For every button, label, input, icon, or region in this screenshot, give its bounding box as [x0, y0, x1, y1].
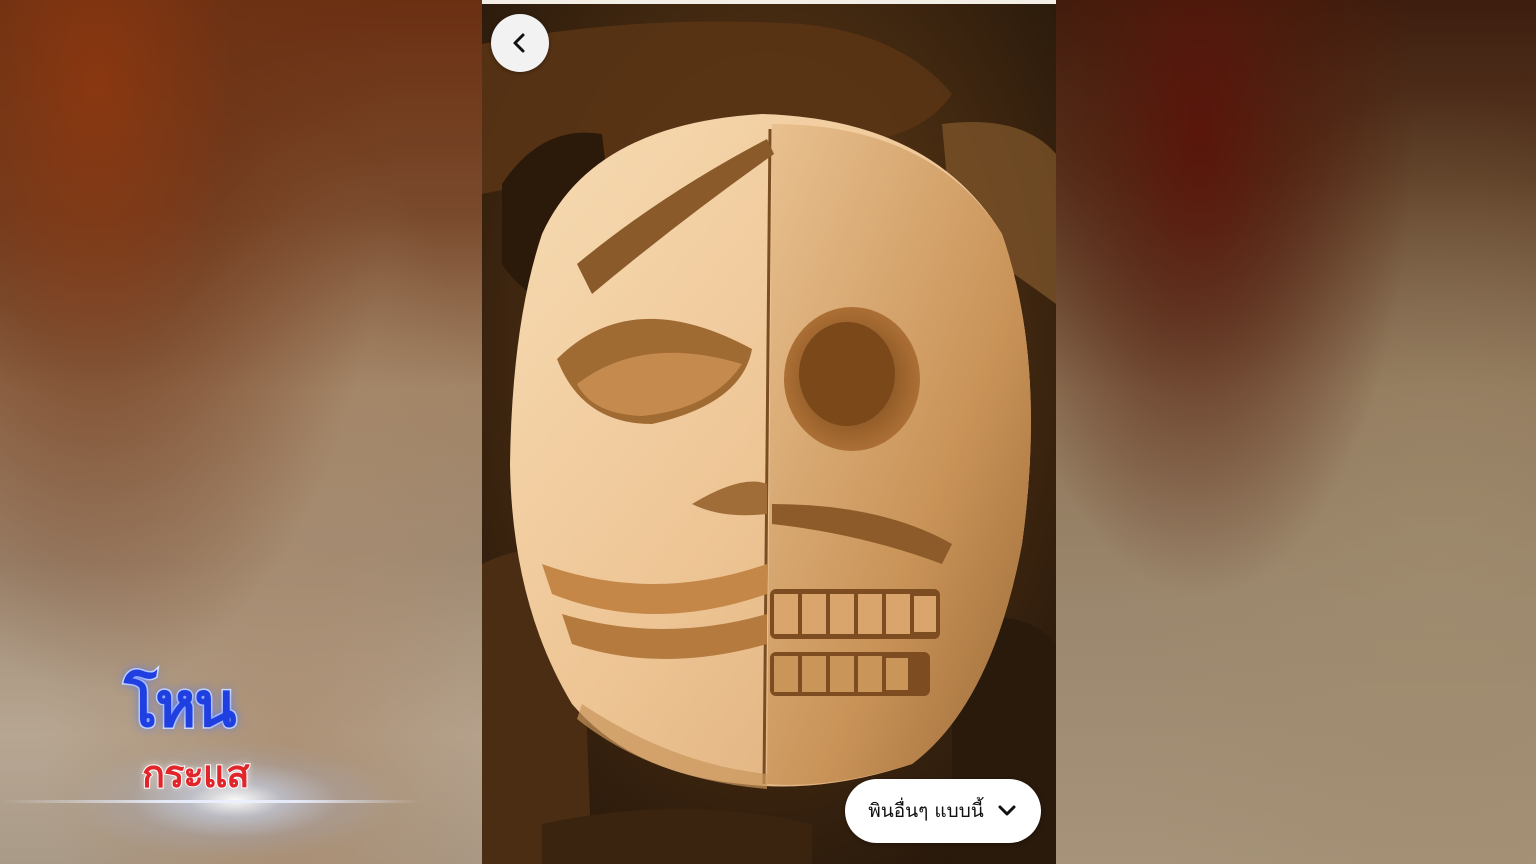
- more-pins-button[interactable]: พินอื่นๆ แบบนี้: [845, 779, 1041, 843]
- logo-word-top: โหน: [123, 668, 239, 741]
- phone-screen: พินอื่นๆ แบบนี้: [482, 0, 1056, 864]
- back-button[interactable]: [491, 14, 549, 72]
- pin-photo: [482, 4, 1056, 864]
- chevron-left-icon: [513, 33, 525, 53]
- chevron-down-icon: [998, 805, 1016, 816]
- blurred-background-right: [1056, 0, 1536, 864]
- more-pins-label: พินอื่นๆ แบบนี้: [868, 800, 984, 822]
- channel-logo: โหน กระแส: [0, 668, 420, 860]
- logo-word-bottom: กระแส: [141, 751, 251, 797]
- video-frame: พินอื่นๆ แบบนี้ โหน กระแส: [0, 0, 1536, 864]
- logo-flare-line: [0, 800, 420, 803]
